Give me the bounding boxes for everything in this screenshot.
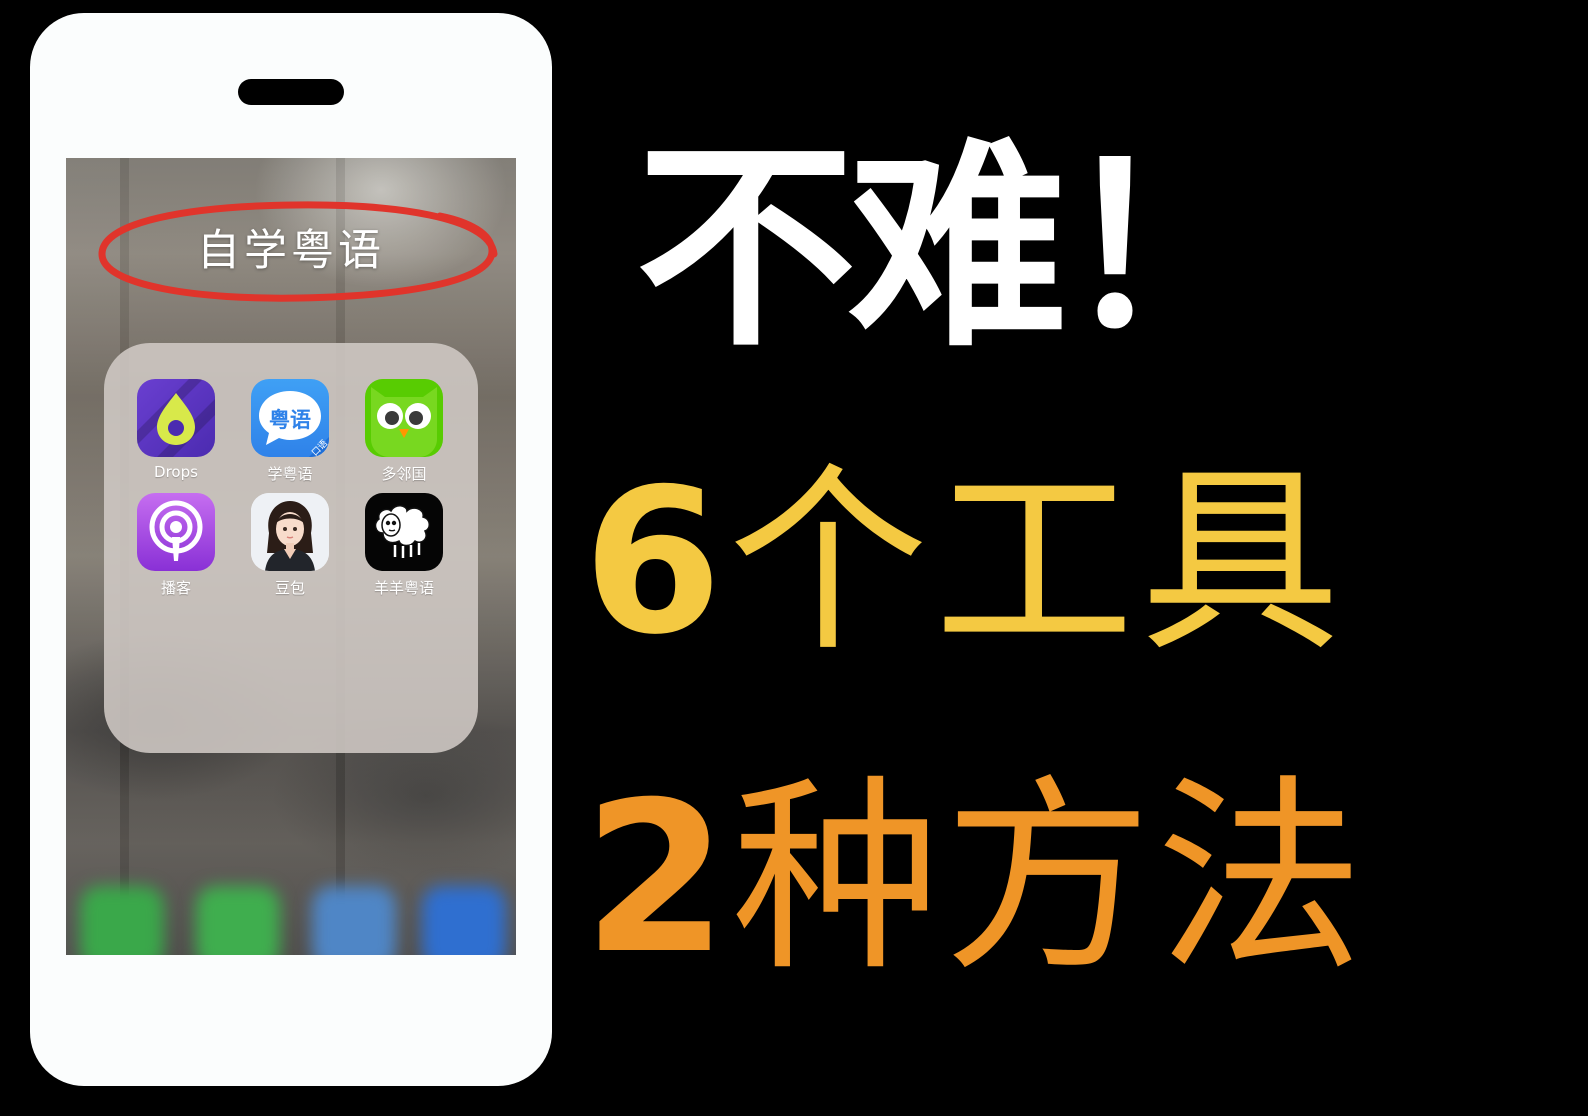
- headline-two-methods: 2种方法: [583, 775, 1368, 983]
- learn-cantonese-icon-text: 粤语: [269, 408, 311, 432]
- app-label: Drops: [154, 463, 198, 481]
- podcasts-icon: [137, 493, 215, 571]
- doubao-avatar-icon: [251, 493, 329, 571]
- red-highlight-ellipse: [98, 201, 498, 302]
- app-label: 豆包: [274, 579, 305, 597]
- headline-not-hard: 不难！: [636, 120, 1280, 376]
- headline-text: 个工具: [728, 446, 1347, 679]
- app-folder: Drops 粤语 口语 学粤语 多邻国 播客 豆包 羊羊粤语: [104, 343, 478, 753]
- app-label: 多邻国: [381, 465, 427, 483]
- app-sheep-cantonese[interactable]: 羊羊粤语: [354, 493, 454, 598]
- messages-app-icon[interactable]: [196, 886, 280, 955]
- sheep-icon: [365, 493, 443, 571]
- app-drops[interactable]: Drops: [126, 379, 226, 481]
- duolingo-owl-icon: [365, 379, 443, 457]
- app-label: 羊羊粤语: [373, 579, 434, 597]
- headline-number: 6: [583, 446, 729, 679]
- app-learn-cantonese[interactable]: 粤语 口语 学粤语: [240, 379, 340, 484]
- app-duolingo[interactable]: 多邻国: [354, 379, 454, 484]
- phone-app-icon[interactable]: [80, 886, 164, 955]
- app-label: 学粤语: [267, 465, 313, 483]
- safari-app-icon[interactable]: [312, 886, 396, 955]
- app-label: 播客: [160, 579, 191, 597]
- phone-screen: 自学粤语 Drops 粤语 口语 学粤语 多邻国 播客 豆包 羊羊粤语: [66, 158, 516, 955]
- app-store-icon[interactable]: [422, 886, 506, 955]
- app-doubao[interactable]: 豆包: [240, 493, 340, 598]
- headline-six-tools: 6个工具: [583, 463, 1346, 663]
- headline-number: 2: [583, 758, 732, 1000]
- learn-cantonese-icon: 粤语 口语: [251, 379, 329, 457]
- headline-text: 种方法: [731, 758, 1368, 1000]
- app-podcasts[interactable]: 播客: [126, 493, 226, 598]
- phone-speaker: [238, 79, 344, 105]
- drops-icon: [137, 379, 215, 457]
- dock: [66, 858, 516, 955]
- phone-frame: 自学粤语 Drops 粤语 口语 学粤语 多邻国 播客 豆包 羊羊粤语: [30, 13, 552, 1086]
